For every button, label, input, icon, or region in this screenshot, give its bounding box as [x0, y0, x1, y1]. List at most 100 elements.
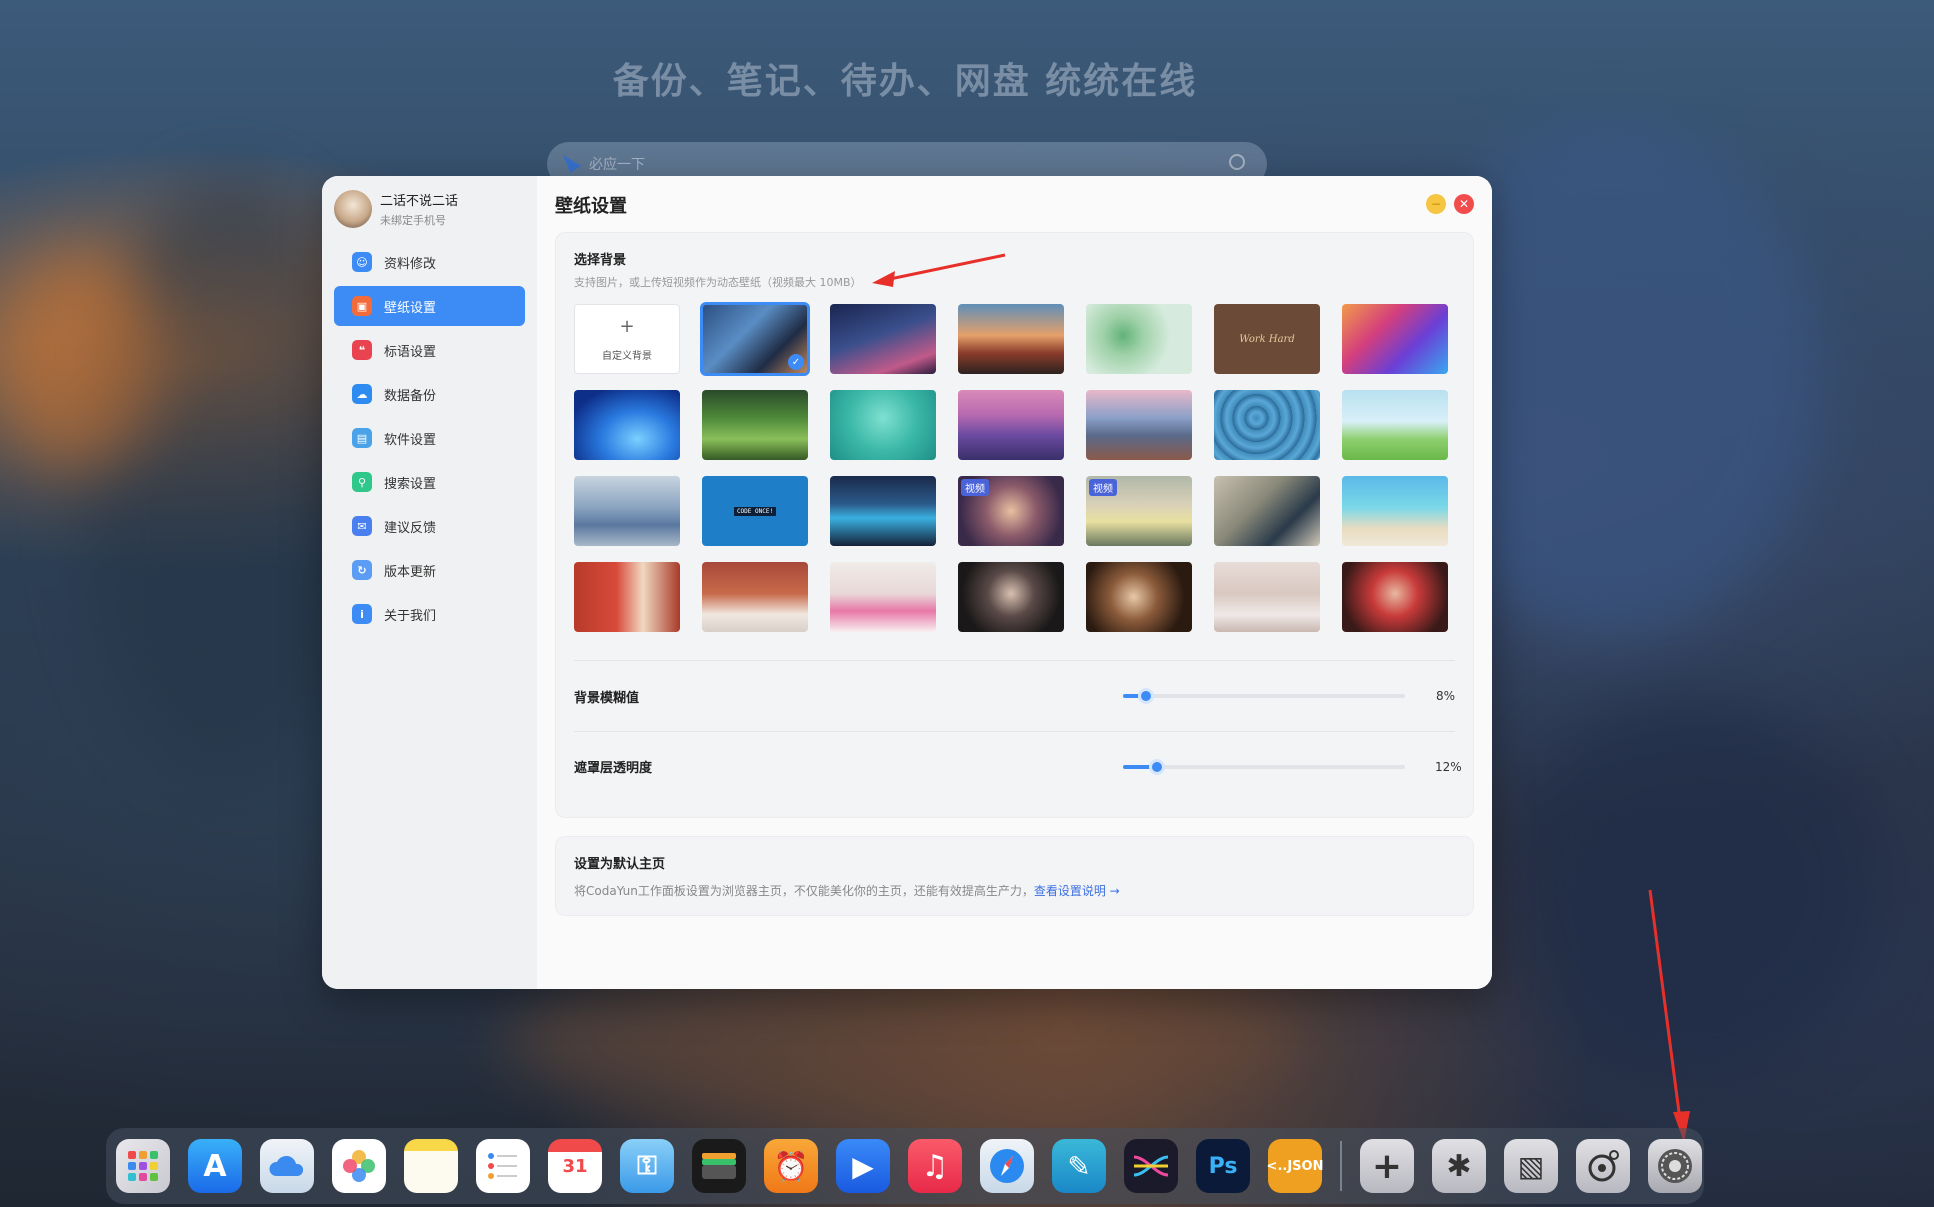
- page-title: 壁纸设置: [555, 196, 627, 217]
- custom-background-button[interactable]: + 自定义背景: [574, 304, 680, 374]
- slider-value: 8%: [1435, 689, 1455, 703]
- wallpaper-thumb[interactable]: [702, 562, 808, 632]
- wallpaper-thumb[interactable]: [574, 562, 680, 632]
- default-home-title: 设置为默认主页: [574, 857, 666, 872]
- default-home-desc: 将CodaYun工作面板设置为浏览器主页，不仅能美化你的主页，还能有效提高生产力…: [574, 884, 1034, 898]
- wallpaper-thumb[interactable]: [1342, 390, 1448, 460]
- video-player-icon[interactable]: ▶: [836, 1139, 890, 1193]
- video-badge: 视频: [961, 479, 989, 496]
- background-section-subtitle: 支持图片，或上传短视频作为动态壁纸（视频最大 10MB）: [574, 276, 862, 289]
- view-instructions-link[interactable]: 查看设置说明 →: [1034, 884, 1120, 898]
- launchpad-icon[interactable]: [116, 1139, 170, 1193]
- wallpaper-thumb[interactable]: 视频: [1086, 476, 1192, 546]
- wallpaper-thumb[interactable]: [1342, 562, 1448, 632]
- pen-editor-icon[interactable]: ✎: [1052, 1139, 1106, 1193]
- settings-gear-icon[interactable]: [1648, 1139, 1702, 1193]
- settings-main: 壁纸设置 − ✕ 选择背景 支持图片，或上传短视频作为动态壁纸（视频最大 10M…: [537, 176, 1492, 989]
- wallpaper-thumb[interactable]: [958, 562, 1064, 632]
- wallpaper-thumb[interactable]: [1086, 390, 1192, 460]
- sidebar-item-label: 壁纸设置: [384, 300, 437, 316]
- wallet-icon[interactable]: [692, 1139, 746, 1193]
- minimize-button[interactable]: −: [1426, 194, 1446, 214]
- calendar-icon[interactable]: 31: [548, 1139, 602, 1193]
- slider-handle[interactable]: [1137, 688, 1154, 704]
- wallpaper-thumb[interactable]: [830, 476, 936, 546]
- user-name: 二话不说二话: [380, 194, 459, 209]
- slider-label: 背景模糊值: [574, 690, 640, 706]
- search-icon: ⚲: [352, 472, 372, 492]
- music-icon[interactable]: ♫: [908, 1139, 962, 1193]
- info-icon: i: [352, 604, 372, 624]
- slider-track[interactable]: [1123, 758, 1405, 775]
- photos-icon[interactable]: [332, 1139, 386, 1193]
- wallpaper-grid: + 自定义背景 ✓ Work Hard CODE ONCE! 视频 视频: [574, 302, 1455, 632]
- wallpaper-thumb[interactable]: [1214, 390, 1320, 460]
- close-button[interactable]: ✕: [1454, 194, 1474, 214]
- wallpaper-thumb[interactable]: [830, 390, 936, 460]
- wallpaper-thumb[interactable]: [830, 562, 936, 632]
- cloud-icon: ☁: [352, 384, 372, 404]
- wallpaper-thumb[interactable]: [1342, 304, 1448, 374]
- sidebar-item-3[interactable]: ☁ 数据备份: [334, 374, 525, 414]
- background-card: 选择背景 支持图片，或上传短视频作为动态壁纸（视频最大 10MB） + 自定义背…: [555, 232, 1474, 818]
- wallpaper-thumb[interactable]: [702, 390, 808, 460]
- wallpaper-thumb[interactable]: [958, 390, 1064, 460]
- sidebar-item-6[interactable]: ✉ 建议反馈: [334, 506, 525, 546]
- wallpaper-thumb[interactable]: [1086, 562, 1192, 632]
- search-placeholder: 必应一下: [589, 157, 645, 173]
- settings-sidebar: 二话不说二话 未绑定手机号 ☺ 资料修改 ▣ 壁纸设置 ❝ 标语设置 ☁ 数据备份 ▤ 软件设置 ⚲…: [322, 176, 537, 989]
- sidebar-item-label: 标语设置: [384, 344, 437, 360]
- sidebar-item-label: 关于我们: [384, 608, 437, 624]
- search-icon[interactable]: [1229, 154, 1245, 170]
- wallpaper-thumb[interactable]: [1342, 476, 1448, 546]
- compare-tool-icon[interactable]: [1124, 1139, 1178, 1193]
- selected-check-icon: ✓: [788, 354, 804, 370]
- app-store-icon[interactable]: A: [188, 1139, 242, 1193]
- notes-icon[interactable]: [404, 1139, 458, 1193]
- sidebar-item-0[interactable]: ☺ 资料修改: [334, 242, 525, 282]
- slider-handle[interactable]: [1148, 758, 1165, 775]
- wallpaper-thumb[interactable]: Work Hard: [1214, 304, 1320, 374]
- wallpaper-thumb[interactable]: [1214, 562, 1320, 632]
- wallpaper-thumb[interactable]: [1086, 304, 1192, 374]
- slider-track[interactable]: [1123, 688, 1405, 704]
- sidebar-item-8[interactable]: i 关于我们: [334, 594, 525, 634]
- user-edit-icon: ☺: [352, 252, 372, 272]
- user-phone-status: 未绑定手机号: [380, 214, 446, 227]
- monitor-icon: ▤: [352, 428, 372, 448]
- wallpaper-thumb[interactable]: [574, 476, 680, 546]
- json-tool-icon[interactable]: <..JSON: [1267, 1139, 1323, 1193]
- slider-row: 遮罩层透明度 12%: [574, 731, 1462, 801]
- background-section-title: 选择背景: [574, 253, 627, 268]
- sidebar-item-1[interactable]: ▣ 壁纸设置: [334, 286, 525, 326]
- wallpaper-thumb[interactable]: CODE ONCE!: [702, 476, 808, 546]
- sidebar-item-2[interactable]: ❝ 标语设置: [334, 330, 525, 370]
- extensions-icon[interactable]: ✱: [1432, 1139, 1486, 1193]
- wallpaper-thumb[interactable]: 视频: [958, 476, 1064, 546]
- camera-settings-icon[interactable]: [1576, 1139, 1630, 1193]
- avatar[interactable]: [334, 190, 372, 228]
- clock-icon[interactable]: ⏰: [764, 1139, 818, 1193]
- safari-icon[interactable]: [980, 1139, 1034, 1193]
- feedback-icon: ✉: [352, 516, 372, 536]
- keychain-icon[interactable]: ⚿: [620, 1139, 674, 1193]
- custom-background-label: 自定义背景: [602, 351, 652, 362]
- wallpaper-thumb[interactable]: [574, 390, 680, 460]
- default-home-card: 设置为默认主页 将CodaYun工作面板设置为浏览器主页，不仅能美化你的主页，还…: [555, 836, 1474, 916]
- brush-icon[interactable]: ▧: [1504, 1139, 1558, 1193]
- wallpaper-thumb[interactable]: ✓: [700, 302, 810, 376]
- sidebar-item-4[interactable]: ▤ 软件设置: [334, 418, 525, 458]
- slider-label: 遮罩层透明度: [574, 761, 653, 776]
- reminders-icon[interactable]: [476, 1139, 530, 1193]
- wallpaper-thumb[interactable]: [1214, 476, 1320, 546]
- sidebar-item-label: 软件设置: [384, 432, 437, 448]
- bing-icon[interactable]: [563, 155, 581, 173]
- sidebar-item-5[interactable]: ⚲ 搜索设置: [334, 462, 525, 502]
- icloud-icon[interactable]: [260, 1139, 314, 1193]
- photoshop-icon[interactable]: Ps: [1196, 1139, 1250, 1193]
- wallpaper-thumb[interactable]: [830, 304, 936, 374]
- add-icon[interactable]: +: [1360, 1139, 1414, 1193]
- wallpaper-thumb[interactable]: [958, 304, 1064, 374]
- quote-icon: ❝: [352, 340, 372, 360]
- sidebar-item-7[interactable]: ↻ 版本更新: [334, 550, 525, 590]
